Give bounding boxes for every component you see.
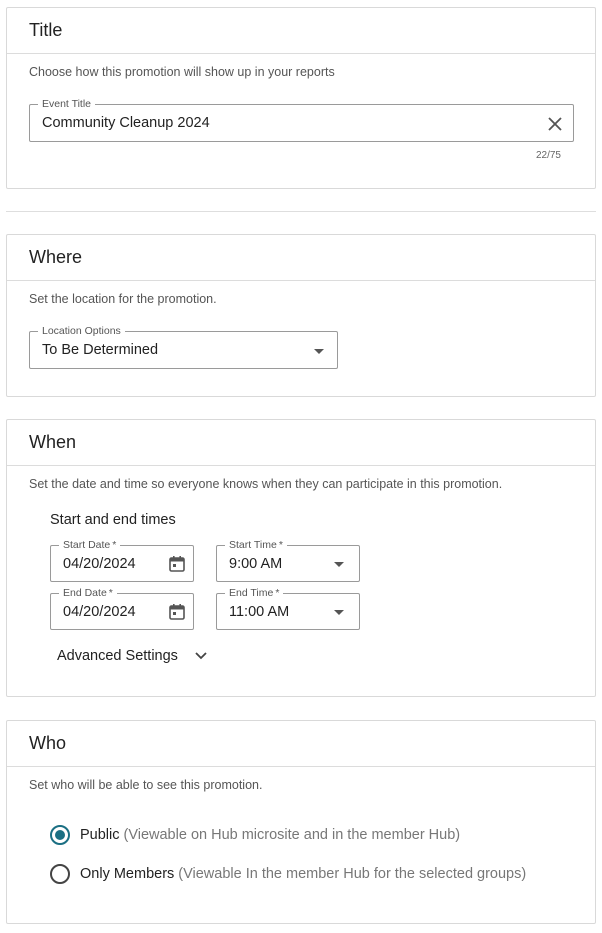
start-date-value[interactable]: 04/20/2024 [63,556,136,572]
end-time-value[interactable]: 11:00 AM [229,604,289,620]
end-date-field[interactable]: End Date * 04/20/2024 [50,587,194,630]
event-title-field[interactable]: Event Title Community Cleanup 2024 [29,98,574,142]
who-heading: Who [29,733,67,753]
calendar-icon[interactable] [167,602,187,622]
start-date-field[interactable]: Start Date * 04/20/2024 [50,539,194,582]
radio-public-help: (Viewable on Hub microsite and in the me… [123,827,461,843]
location-options-label: Location Options [38,325,125,337]
start-time-value[interactable]: 9:00 AM [229,556,282,572]
end-time-select[interactable]: End Time * 11:00 AM [216,587,360,630]
advanced-settings-toggle[interactable]: Advanced Settings [57,648,208,664]
title-heading: Title [29,20,63,40]
title-description: Choose how this promotion will show up i… [29,65,335,79]
chevron-down-icon [194,651,208,661]
dropdown-arrow-icon[interactable] [329,602,349,622]
event-title-label: Event Title [38,98,96,110]
radio-unselected-icon[interactable] [50,864,70,884]
end-date-value[interactable]: 04/20/2024 [63,604,136,620]
title-card: Title Choose how this promotion will sho… [6,7,596,189]
who-description: Set who will be able to see this promoti… [29,778,263,792]
radio-public[interactable]: Public (Viewable on Hub microsite and in… [50,825,460,845]
radio-only-members[interactable]: Only Members (Viewable In the member Hub… [50,864,526,884]
dropdown-arrow-icon[interactable] [309,341,329,361]
where-description: Set the location for the promotion. [29,292,217,306]
when-description: Set the date and time so everyone knows … [29,477,503,491]
location-options-value[interactable]: To Be Determined [42,342,158,358]
clear-icon[interactable] [545,114,565,134]
where-card-header: Where [7,235,595,281]
event-title-value[interactable]: Community Cleanup 2024 [42,115,210,131]
where-card: Where Set the location for the promotion… [6,234,596,397]
who-card-header: Who [7,721,595,767]
dropdown-arrow-icon[interactable] [329,554,349,574]
radio-public-label: Public [80,827,120,843]
who-card: Who Set who will be able to see this pro… [6,720,596,924]
when-card-header: When [7,420,595,466]
calendar-icon[interactable] [167,554,187,574]
advanced-settings-label: Advanced Settings [57,648,178,664]
radio-only-members-label: Only Members [80,866,175,882]
end-date-label: End Date * [59,587,117,599]
end-time-label: End Time * [225,587,284,599]
section-divider [6,211,596,212]
start-time-label: Start Time * [225,539,287,551]
when-heading: When [29,432,77,452]
radio-only-members-help: (Viewable In the member Hub for the sele… [178,866,527,882]
where-heading: Where [29,247,83,267]
start-time-select[interactable]: Start Time * 9:00 AM [216,539,360,582]
location-options-select[interactable]: Location Options To Be Determined [29,325,338,369]
radio-selected-icon[interactable] [50,825,70,845]
start-date-label: Start Date * [59,539,121,551]
title-card-header: Title [7,8,595,54]
start-end-times-heading: Start and end times [50,512,176,528]
character-counter: 22/75 [535,150,561,161]
